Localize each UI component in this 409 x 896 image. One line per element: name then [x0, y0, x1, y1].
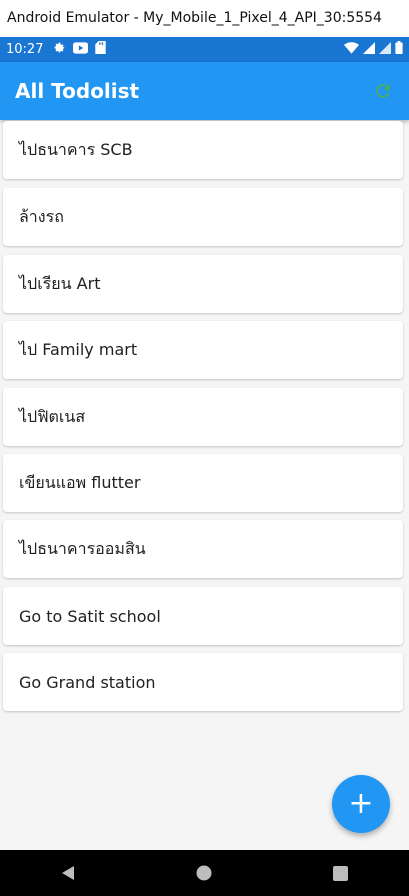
navigation-bar — [0, 850, 409, 896]
status-bar: 10:27 — [0, 37, 409, 62]
home-button[interactable] — [184, 853, 224, 893]
list-item[interactable]: ไปฟิตเนส — [3, 388, 403, 446]
device-screen: 10:27 All Todolist ไปธนาคาร SCB ล้างรถ ไ… — [0, 37, 409, 896]
battery-icon — [395, 41, 403, 58]
signal-icon — [379, 41, 391, 58]
list-item[interactable]: ไป Family mart — [3, 321, 403, 379]
refresh-button[interactable] — [372, 80, 394, 102]
wifi-icon — [344, 41, 359, 58]
list-item[interactable]: ไปธนาคาร SCB — [3, 121, 403, 179]
sd-card-icon — [95, 41, 107, 58]
add-todo-button[interactable]: + — [332, 775, 390, 833]
list-item[interactable]: ไปธนาคารออมสิน — [3, 520, 403, 578]
back-button[interactable] — [48, 853, 88, 893]
list-item[interactable]: Go Grand station — [3, 653, 403, 711]
recents-icon — [333, 865, 349, 881]
page-title: All Todolist — [15, 79, 140, 103]
back-icon — [62, 866, 75, 880]
gear-icon — [53, 41, 66, 58]
refresh-icon — [376, 84, 390, 98]
signal-icon — [363, 41, 375, 58]
youtube-icon — [73, 41, 89, 58]
add-icon: + — [348, 786, 374, 821]
list-item[interactable]: ไปเรียน Art — [3, 255, 403, 313]
emulator-window-title: Android Emulator - My_Mobile_1_Pixel_4_A… — [0, 0, 409, 37]
list-item[interactable]: Go to Satit school — [3, 587, 403, 645]
list-item[interactable]: ล้างรถ — [3, 188, 403, 246]
home-icon — [196, 865, 212, 881]
app-bar: All Todolist — [0, 62, 409, 120]
recents-button[interactable] — [321, 853, 361, 893]
list-item[interactable]: เขียนแอพ flutter — [3, 454, 403, 512]
status-time: 10:27 — [6, 42, 44, 57]
